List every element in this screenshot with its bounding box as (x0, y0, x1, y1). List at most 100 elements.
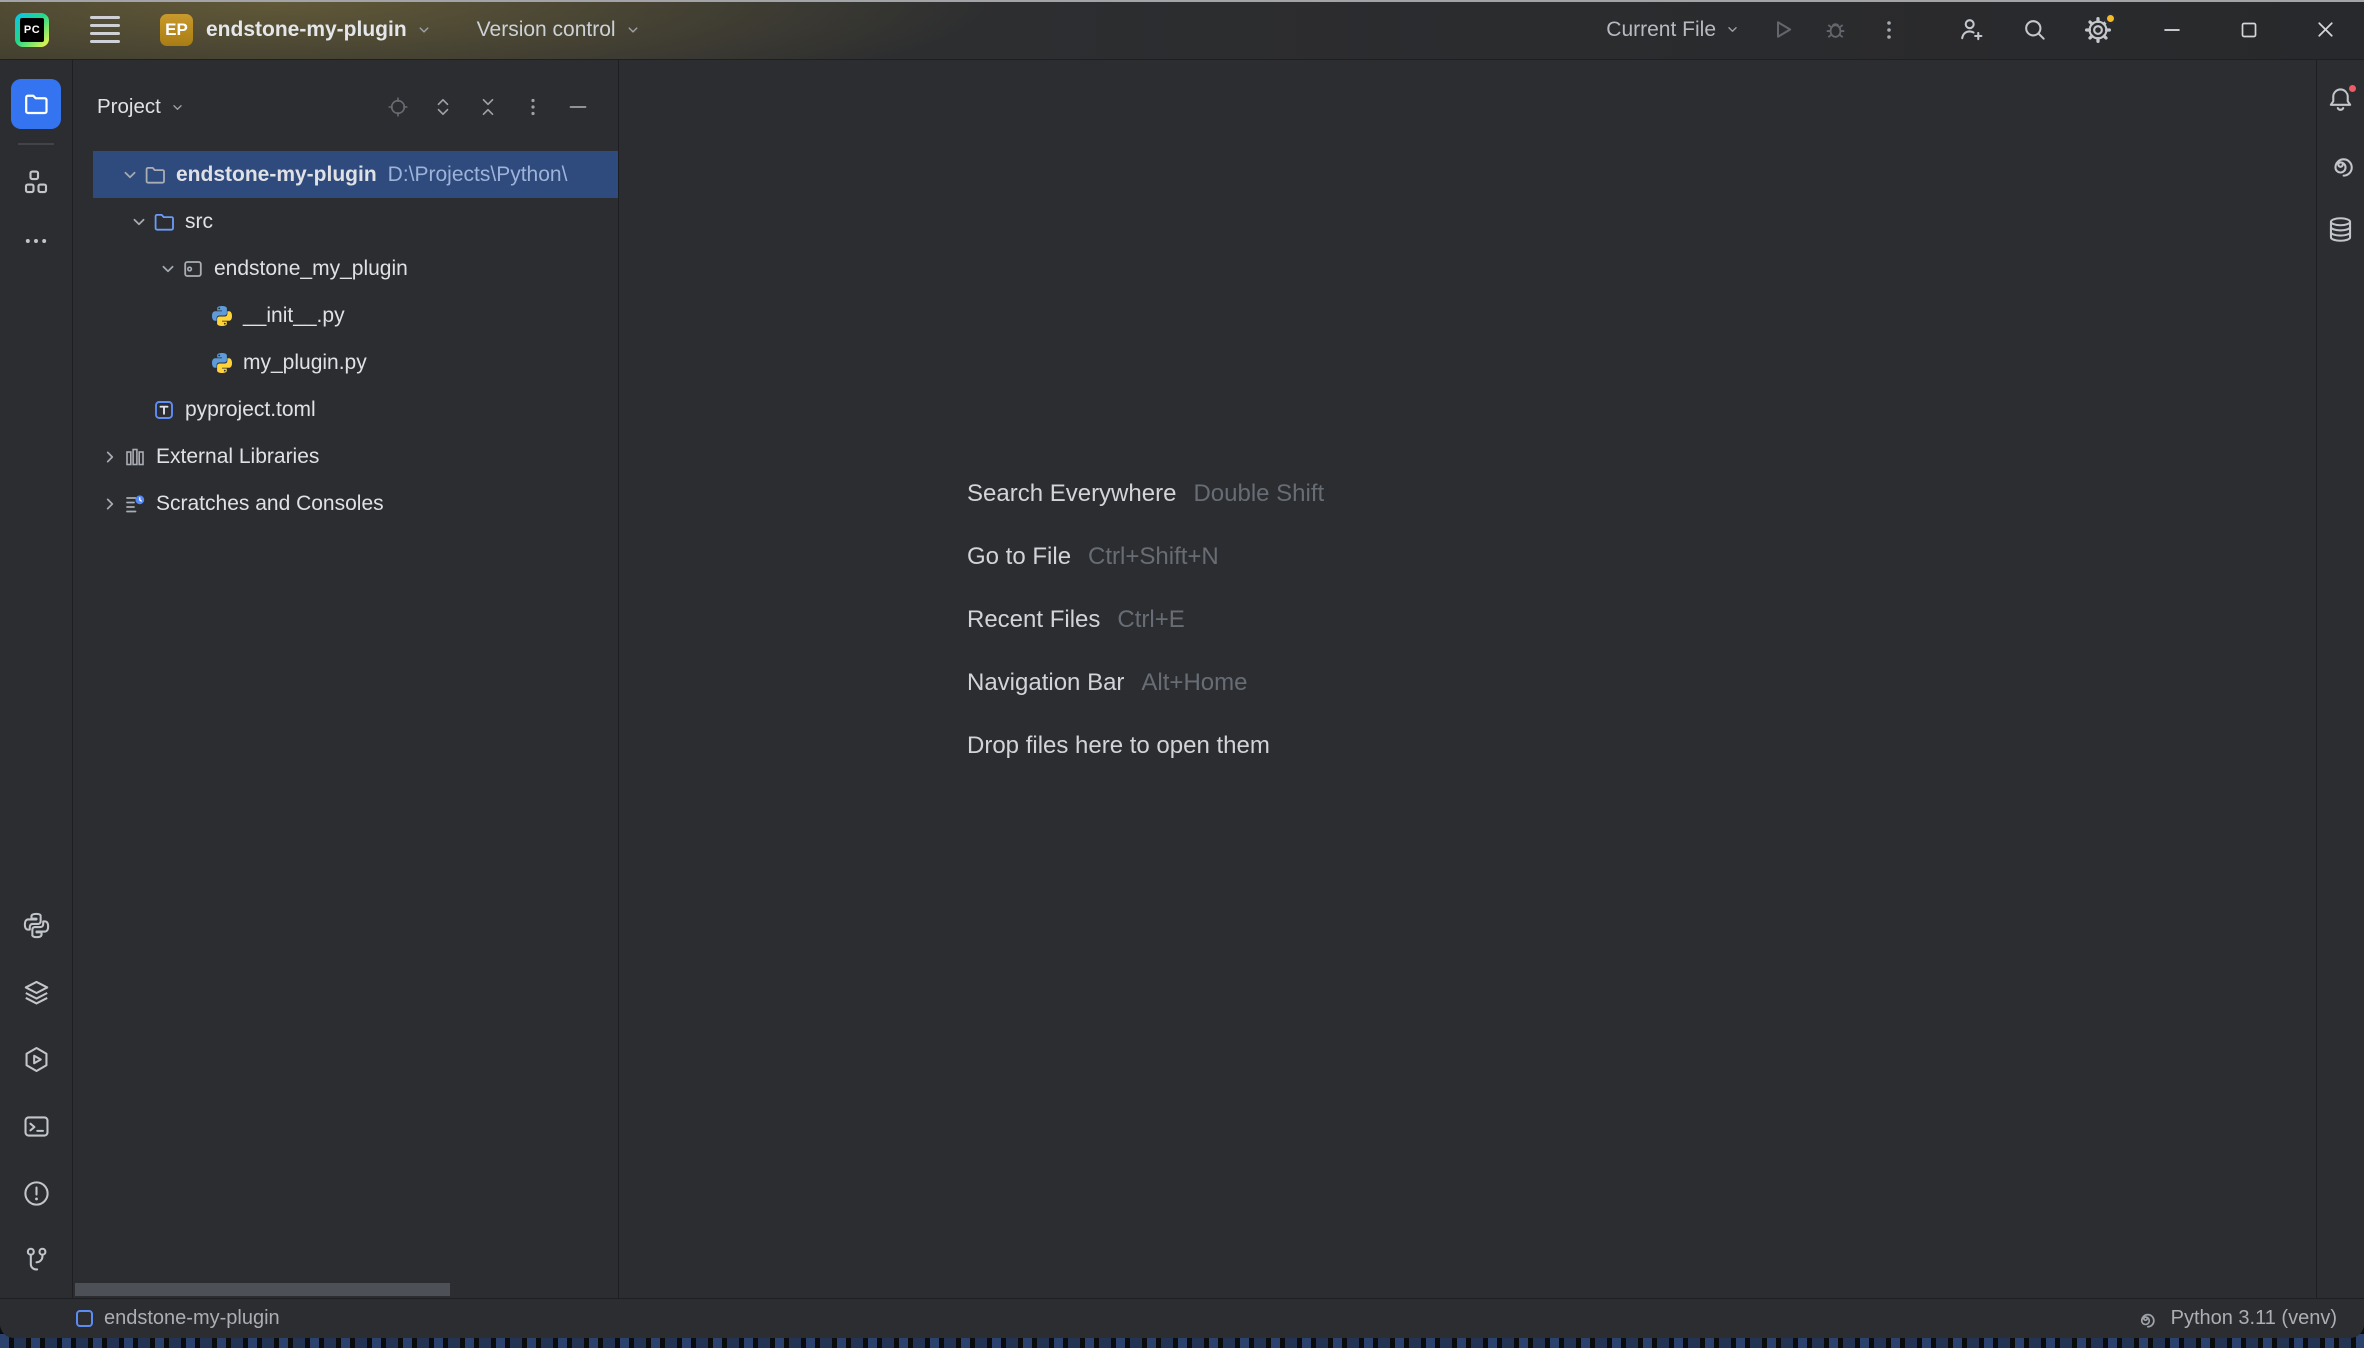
shortcut-row: Drop files here to open them (967, 714, 1324, 777)
version-control-button[interactable] (21, 1245, 52, 1276)
services-button[interactable] (21, 1044, 52, 1075)
tree-chevron[interactable] (97, 446, 123, 468)
status-bar: endstone-my-plugin Python 3.11 (venv) (0, 1298, 2364, 1338)
project-toolwindow-button[interactable] (11, 79, 61, 129)
database-button[interactable] (2325, 214, 2356, 245)
project-switcher[interactable]: EP endstone-my-plugin (120, 14, 433, 46)
maximize-button[interactable] (2237, 18, 2261, 42)
status-module-label: endstone-my-plugin (104, 1307, 280, 1330)
project-toolwindow: Project (73, 60, 619, 1298)
more-actions-button[interactable] (1877, 18, 1901, 42)
tree-item-path: D:\Projects\Python\ (388, 163, 568, 187)
notifications-button[interactable] (2325, 84, 2356, 115)
expand-all-icon (431, 95, 455, 119)
shortcut-row: Go to File Ctrl+Shift+N (967, 525, 1324, 588)
run-configuration-widget[interactable]: Current File (1606, 18, 1741, 42)
tree-item-endstone-my-plugin[interactable]: endstone_my_plugin (73, 245, 618, 292)
chevron-down-icon (169, 99, 186, 116)
maximize-icon (2237, 18, 2261, 42)
shortcut-row: Recent Files Ctrl+E (967, 588, 1324, 651)
python-packages-button[interactable] (21, 977, 52, 1008)
tree-item-label: endstone_my_plugin (214, 257, 408, 281)
problems-icon (21, 1178, 52, 1209)
right-toolwindow-stripe (2316, 60, 2364, 1298)
debug-button[interactable] (1822, 16, 1849, 43)
tree-item-endstone-my-plugin[interactable]: endstone-my-plugin D:\Projects\Python\ (93, 151, 618, 198)
project-folder-icon (22, 90, 50, 118)
tree-item-external-libraries[interactable]: External Libraries (73, 433, 618, 480)
structure-toolwindow-button[interactable] (21, 167, 51, 197)
structure-icon (21, 167, 51, 197)
tree-item-label: src (185, 210, 213, 234)
services-icon (21, 1044, 52, 1075)
tree-item-my-plugin-py[interactable]: my_plugin.py (73, 339, 618, 386)
main-menu-hamburger-icon[interactable] (90, 16, 120, 43)
panel-options-button[interactable] (521, 95, 545, 119)
search-everywhere-button[interactable] (2020, 15, 2049, 44)
locate-icon (386, 95, 410, 119)
terminal-icon (21, 1111, 52, 1142)
tree-chevron[interactable] (155, 258, 181, 280)
ai-assistant-button[interactable] (2325, 149, 2356, 180)
ai-assistant-icon (2134, 1307, 2157, 1330)
tree-item-icon (210, 351, 234, 375)
tree-item-label: pyproject.toml (185, 398, 316, 422)
collapse-all-button[interactable] (476, 95, 500, 119)
module-icon (76, 1310, 93, 1327)
tree-item-icon (152, 398, 176, 422)
tree-item-label: my_plugin.py (243, 351, 367, 375)
project-tree: endstone-my-plugin D:\Projects\Python\ s… (73, 151, 618, 527)
more-horizontal-icon (22, 227, 50, 255)
settings-notification-dot (2104, 12, 2117, 25)
version-control-icon (21, 1245, 52, 1276)
kebab-menu-icon (1877, 18, 1901, 42)
shortcut-row: Navigation Bar Alt+Home (967, 651, 1324, 714)
horizontal-scrollbar[interactable] (75, 1283, 450, 1296)
tree-item--init-py[interactable]: __init__.py (73, 292, 618, 339)
tree-item-label: endstone-my-plugin (176, 163, 377, 187)
left-toolwindow-stripe (0, 60, 73, 1298)
empty-editor-shortcuts: Search Everywhere Double Shift Go to Fil… (967, 462, 1324, 777)
chevron-down-icon (1724, 21, 1741, 38)
tree-item-icon (123, 445, 147, 469)
code-with-me-button[interactable] (1957, 15, 1986, 44)
tree-item-pyproject-toml[interactable]: pyproject.toml (73, 386, 618, 433)
problems-button[interactable] (21, 1178, 52, 1209)
interpreter-widget[interactable]: Python 3.11 (venv) (2134, 1307, 2337, 1330)
status-module-widget[interactable]: endstone-my-plugin (76, 1307, 280, 1330)
vcs-menu[interactable]: Version control (477, 18, 642, 42)
chevron-down-icon (415, 21, 433, 39)
select-opened-file-button[interactable] (386, 95, 410, 119)
tree-chevron[interactable] (126, 211, 152, 233)
editor-area: Search Everywhere Double Shift Go to Fil… (619, 60, 2316, 1298)
python-packages-icon (21, 977, 52, 1008)
tree-item-scratches-and-consoles[interactable]: Scratches and Consoles (73, 480, 618, 527)
pycharm-logo: PC (15, 13, 49, 47)
tree-item-icon (152, 210, 176, 234)
project-badge: EP (160, 14, 193, 46)
python-console-button[interactable] (21, 910, 52, 941)
expand-all-button[interactable] (431, 95, 455, 119)
close-button[interactable] (2313, 17, 2338, 42)
tree-item-src[interactable]: src (73, 198, 618, 245)
minimize-button[interactable] (2159, 17, 2185, 43)
shortcut-keys: Ctrl+Shift+N (1088, 543, 1219, 571)
pycharm-logo-text: PC (20, 18, 44, 42)
ai-assistant-icon (2325, 149, 2356, 180)
tree-chevron[interactable] (97, 493, 123, 515)
debug-icon (1822, 16, 1849, 43)
project-toolwindow-header: Project (73, 60, 618, 136)
run-config-label: Current File (1606, 18, 1716, 42)
tree-chevron[interactable] (117, 164, 143, 186)
settings-button[interactable] (2083, 15, 2113, 45)
project-view-selector[interactable]: Project (97, 95, 186, 119)
add-user-icon (1957, 15, 1986, 44)
shortcut-label: Search Everywhere (967, 480, 1176, 508)
tree-item-label: External Libraries (156, 445, 319, 469)
more-toolwindows-button[interactable] (22, 227, 50, 255)
shortcut-label: Navigation Bar (967, 669, 1124, 697)
run-button[interactable] (1769, 16, 1796, 43)
hide-panel-button[interactable] (566, 95, 590, 119)
terminal-button[interactable] (21, 1111, 52, 1142)
close-icon (2313, 17, 2338, 42)
